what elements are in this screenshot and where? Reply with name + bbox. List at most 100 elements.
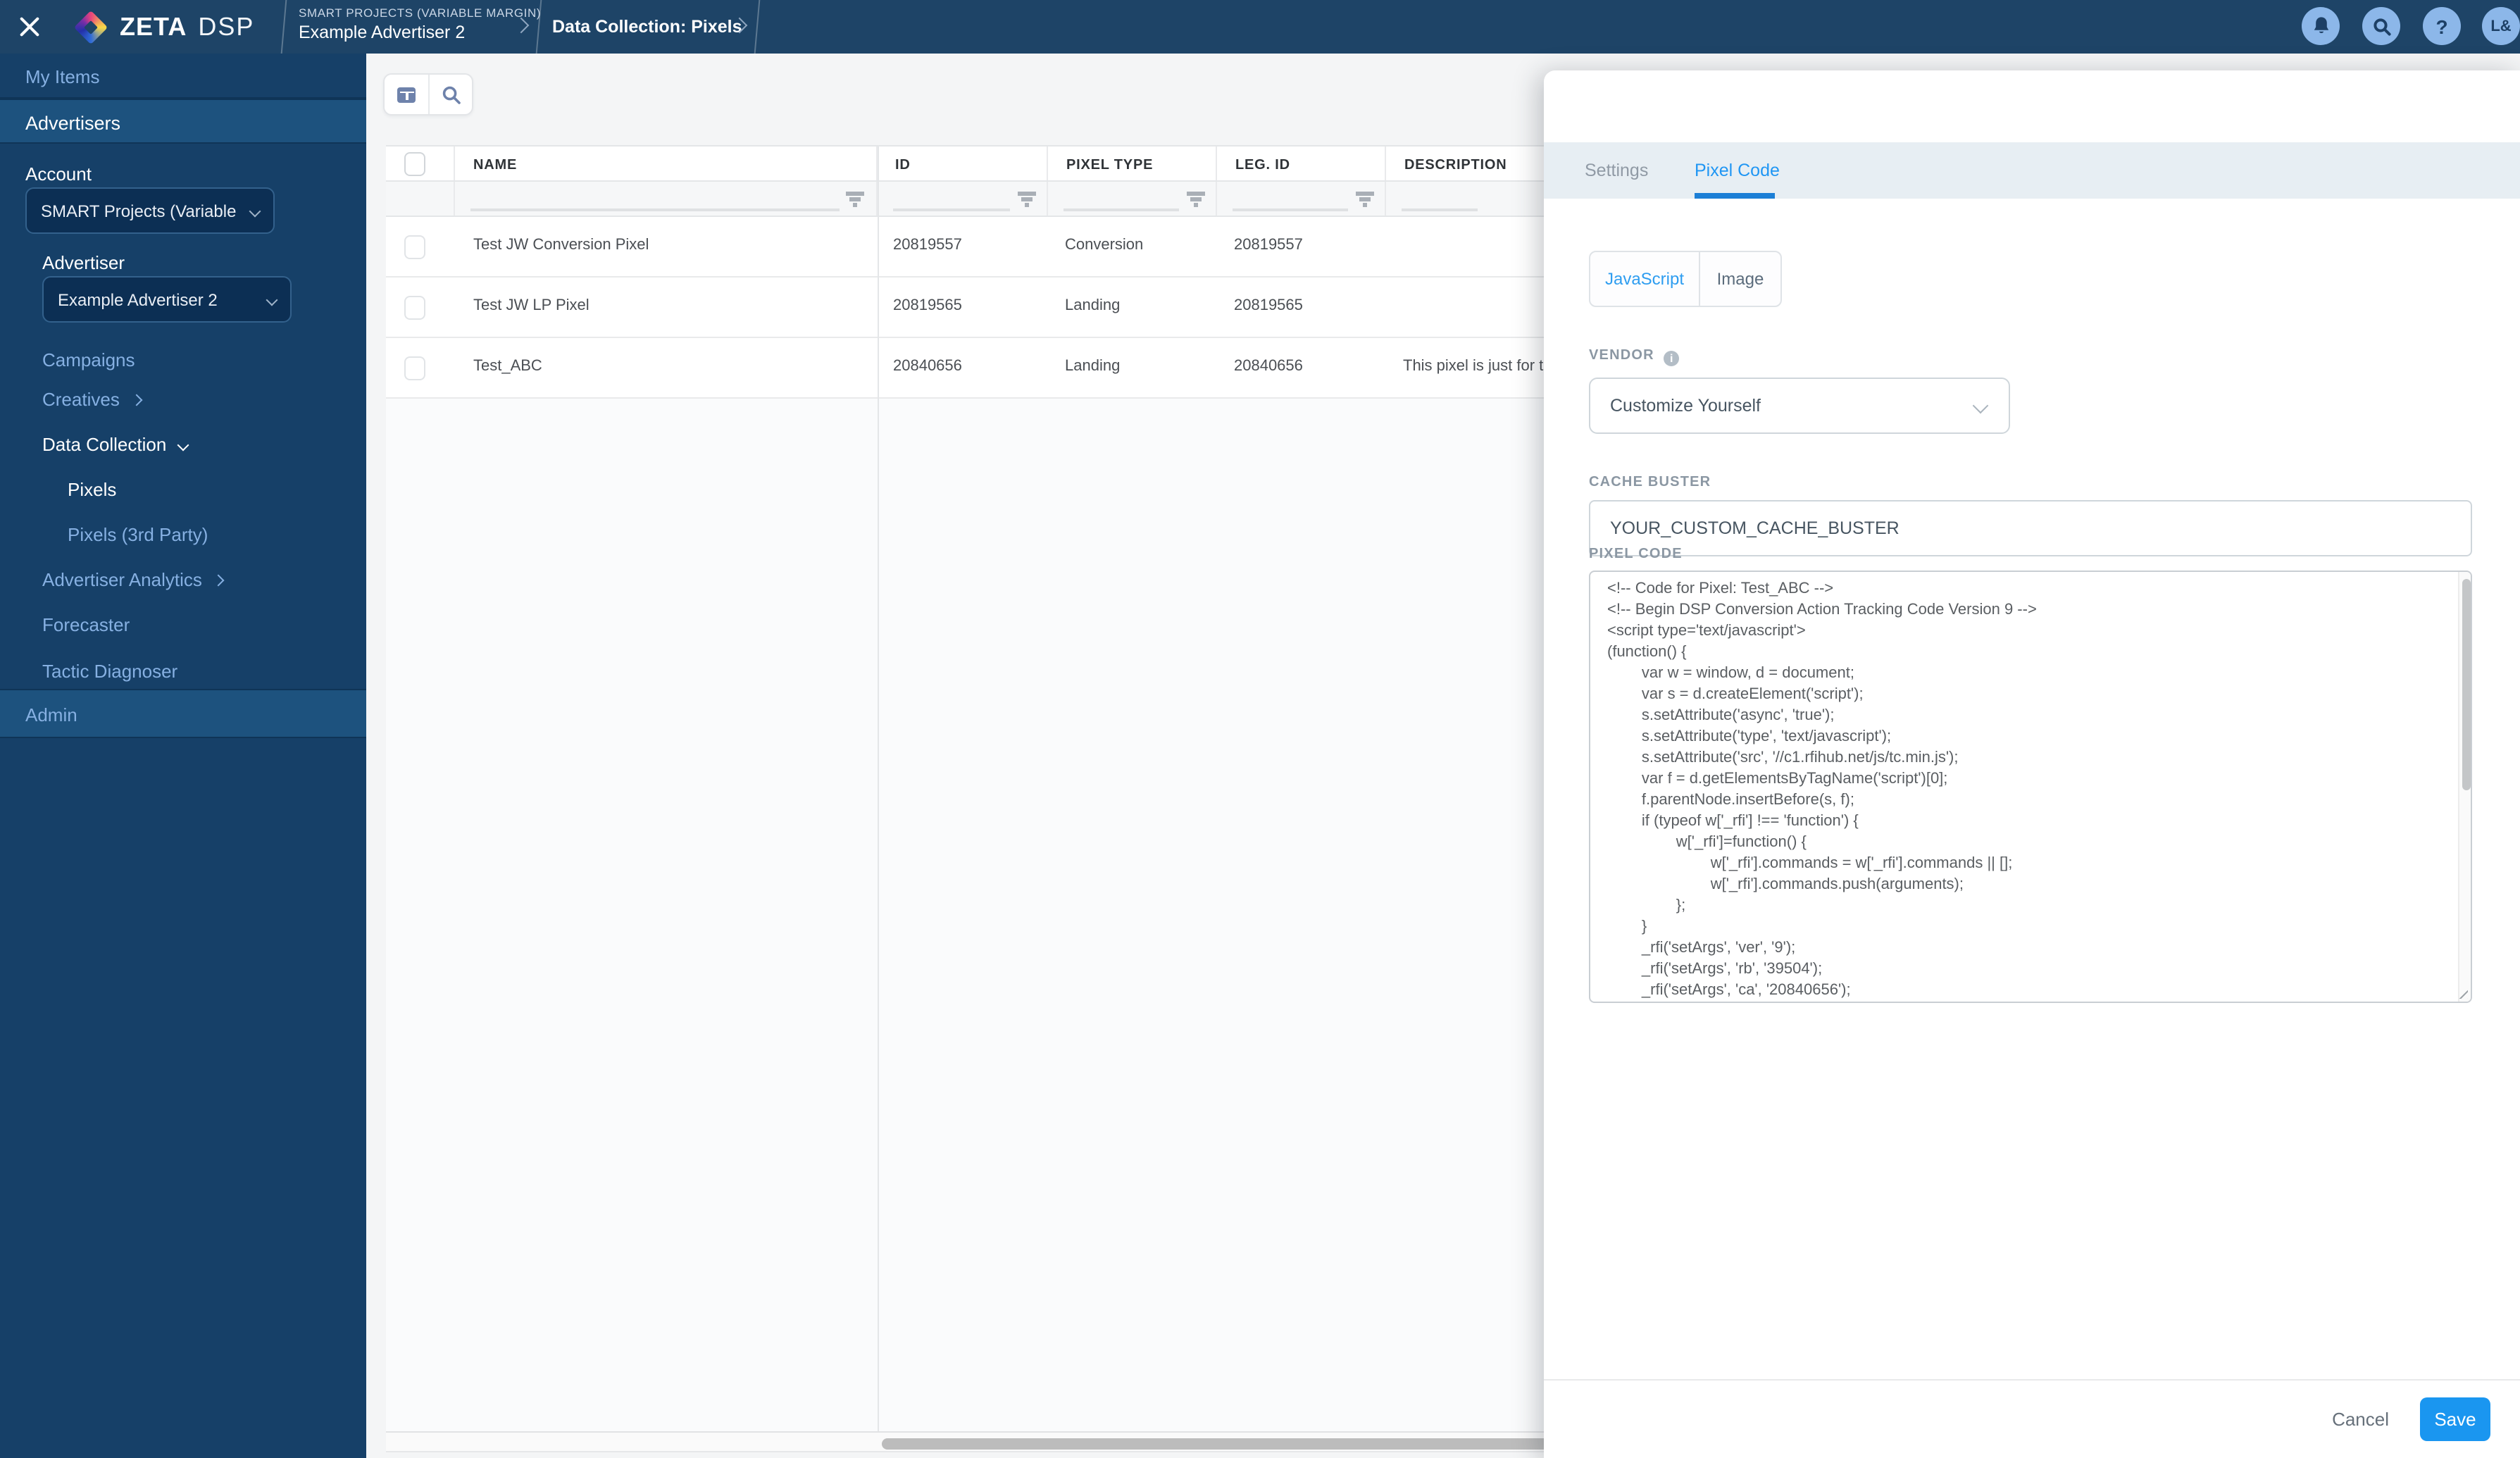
breadcrumb-advertiser-label: Example Advertiser 2	[299, 23, 541, 42]
filter-icon[interactable]	[1017, 192, 1035, 207]
code-type-javascript-button[interactable]: JavaScript	[1590, 252, 1700, 306]
chevron-down-icon	[266, 294, 278, 306]
code-scrollbar-thumb[interactable]	[2462, 579, 2470, 790]
column-label: ID	[895, 158, 911, 173]
column-label: LEG. ID	[1235, 158, 1290, 173]
cell-name: Test_ABC	[473, 358, 542, 375]
filter-cell-name[interactable]	[455, 182, 877, 216]
sidebar-item-label: Advertisers	[25, 113, 120, 134]
notifications-button[interactable]	[2302, 7, 2340, 45]
top-bar: ZETA DSP SMART PROJECTS (VARIABLE MARGIN…	[0, 0, 2520, 54]
filter-cell-leg-id[interactable]	[1217, 182, 1386, 216]
cell-pixel-type: Conversion	[1065, 237, 1143, 254]
sidebar-item-admin[interactable]: Admin	[0, 689, 366, 738]
header-cell-id[interactable]: ID	[877, 147, 1048, 180]
sidebar-item-pixels[interactable]: Pixels	[68, 479, 116, 500]
close-icon[interactable]	[18, 15, 41, 38]
breadcrumb-page[interactable]: Data Collection: Pixels	[552, 0, 742, 54]
sidebar-item-label: Admin	[25, 704, 77, 725]
sidebar-item-label: Creatives	[42, 389, 120, 410]
cell-description: This pixel is just for test	[1403, 358, 1564, 375]
columns-icon	[397, 87, 416, 102]
search-icon	[440, 84, 461, 105]
active-tab-indicator	[1695, 192, 1775, 199]
brand-zeta: ZETA	[120, 12, 187, 42]
sidebar-item-campaigns[interactable]: Campaigns	[42, 349, 135, 370]
pixel-code-label: PIXEL CODE	[1589, 547, 1683, 562]
button-label: JavaScript	[1605, 269, 1684, 289]
avatar-initials: L&	[2490, 18, 2511, 35]
chevron-down-icon	[177, 439, 189, 451]
cancel-button[interactable]: Cancel	[2332, 1409, 2389, 1430]
header-cell-pixel-type[interactable]: PIXEL TYPE	[1048, 147, 1217, 180]
tab-settings[interactable]: Settings	[1585, 142, 1648, 199]
sidebar-item-tactic-diagnoser[interactable]: Tactic Diagnoser	[42, 661, 177, 682]
sidebar-item-data-collection[interactable]: Data Collection	[42, 434, 187, 455]
chevron-down-icon	[249, 206, 261, 218]
filter-icon[interactable]	[1355, 192, 1373, 207]
advertiser-select-value: Example Advertiser 2	[58, 289, 218, 309]
global-search-button[interactable]	[2362, 7, 2400, 45]
row-checkbox[interactable]	[404, 296, 425, 320]
sidebar-item-label: Campaigns	[42, 349, 135, 370]
cache-buster-input[interactable]: YOUR_CUSTOM_CACHE_BUSTER	[1589, 500, 2472, 556]
horizontal-scrollbar[interactable]	[882, 1438, 1558, 1449]
sidebar-item-advertiser-analytics[interactable]: Advertiser Analytics	[42, 569, 223, 590]
pixel-code-textarea[interactable]: <!-- Code for Pixel: Test_ABC --> <!-- B…	[1589, 571, 2472, 1003]
breadcrumb-divider	[281, 0, 287, 54]
help-button[interactable]: ?	[2423, 7, 2461, 45]
sidebar-item-label: Pixels	[68, 479, 116, 500]
bell-icon	[2311, 15, 2331, 37]
sidebar-item-pixels-3rd-party[interactable]: Pixels (3rd Party)	[68, 524, 208, 545]
table-search-button[interactable]	[428, 75, 472, 114]
filter-checkbox-cell	[386, 182, 455, 216]
filter-input[interactable]	[1402, 208, 1478, 211]
header-cell-name[interactable]: NAME	[455, 147, 877, 180]
pixel-code-content: <!-- Code for Pixel: Test_ABC --> <!-- B…	[1590, 572, 2458, 1002]
sidebar-item-forecaster[interactable]: Forecaster	[42, 614, 130, 635]
code-type-image-button[interactable]: Image	[1700, 252, 1780, 306]
advertiser-select[interactable]: Example Advertiser 2	[42, 276, 292, 323]
sidebar-item-label: Forecaster	[42, 614, 130, 635]
resize-handle-icon[interactable]	[2455, 986, 2468, 999]
save-button[interactable]: Save	[2420, 1397, 2490, 1441]
filter-input[interactable]	[470, 208, 839, 211]
breadcrumb-account-label: SMART PROJECTS (VARIABLE MARGIN)	[299, 6, 541, 20]
tab-pixel-code[interactable]: Pixel Code	[1695, 142, 1780, 199]
avatar[interactable]: L&	[2482, 7, 2520, 45]
vendor-select[interactable]: Customize Yourself	[1589, 378, 2010, 434]
filter-input[interactable]	[1233, 208, 1348, 211]
filter-input[interactable]	[892, 208, 1010, 211]
breadcrumb-divider	[754, 0, 761, 54]
filter-icon[interactable]	[846, 192, 864, 207]
row-checkbox[interactable]	[404, 235, 425, 259]
filter-cell-pixel-type[interactable]	[1048, 182, 1217, 216]
brand-logo[interactable]: ZETA DSP	[79, 0, 254, 54]
cell-name: Test JW LP Pixel	[473, 297, 590, 314]
select-all-checkbox[interactable]	[404, 152, 425, 176]
cell-pixel-type: Landing	[1065, 297, 1120, 314]
pixel-detail-panel: Pixel: Test_ABC Settings Pixel Code Java…	[1544, 70, 2520, 1458]
info-icon[interactable]: i	[1664, 351, 1680, 366]
row-checkbox[interactable]	[404, 356, 425, 380]
column-settings-button[interactable]	[385, 75, 428, 114]
tab-label: Settings	[1585, 161, 1648, 180]
account-select[interactable]: SMART Projects (Variable M...	[25, 187, 275, 234]
chevron-right-icon	[213, 574, 225, 586]
sidebar-item-creatives[interactable]: Creatives	[42, 389, 141, 410]
filter-cell-id[interactable]	[877, 182, 1048, 216]
filter-icon[interactable]	[1186, 192, 1204, 207]
cache-buster-label: CACHE BUSTER	[1589, 475, 1711, 490]
brand-dsp: DSP	[198, 12, 254, 42]
code-type-toggle: JavaScript Image	[1589, 251, 1782, 307]
column-label: PIXEL TYPE	[1066, 158, 1153, 173]
header-cell-leg-id[interactable]: LEG. ID	[1217, 147, 1386, 180]
sidebar-item-label: Data Collection	[42, 434, 166, 455]
cell-leg-id: 20819557	[1234, 237, 1303, 254]
sidebar-item-advertisers[interactable]: Advertisers	[0, 99, 366, 144]
sidebar: My Items Advertisers Account SMART Proje…	[0, 54, 366, 1458]
sidebar-item-label: Tactic Diagnoser	[42, 661, 177, 682]
sidebar-item-my-items[interactable]: My Items	[0, 54, 366, 99]
breadcrumb-advertiser[interactable]: SMART PROJECTS (VARIABLE MARGIN) Example…	[299, 6, 541, 42]
filter-input[interactable]	[1063, 208, 1179, 211]
